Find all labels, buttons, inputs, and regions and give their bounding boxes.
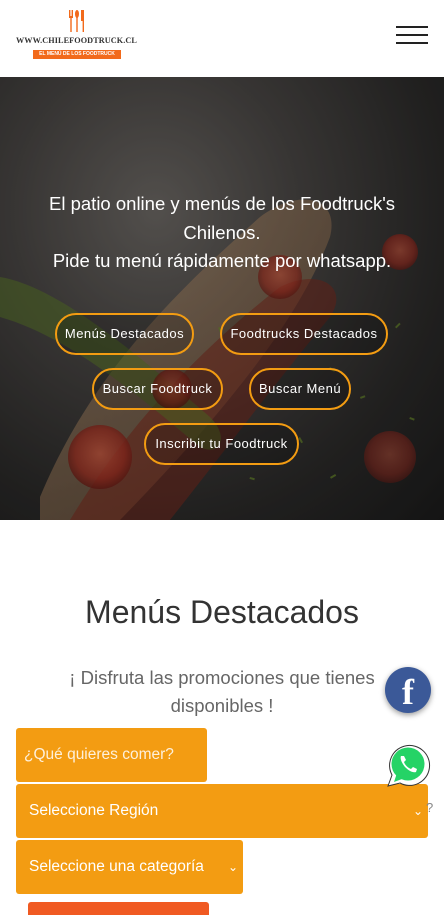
register-foodtruck-button[interactable]: Inscribir tu Foodtruck xyxy=(144,423,299,465)
featured-menus-button[interactable]: Menús Destacados xyxy=(55,313,194,355)
page: WWW.CHILEFOODTRUCK.CL EL MENÚ DE LOS FOO… xyxy=(0,0,444,915)
category-select[interactable]: Seleccione una categoría ⌄ xyxy=(16,840,243,894)
food-search-input[interactable]: ¿Qué quieres comer? xyxy=(16,728,207,782)
stray-text: ? xyxy=(426,800,434,815)
hamburger-menu-icon[interactable] xyxy=(396,24,428,46)
region-select-value: Seleccione Región xyxy=(29,802,159,819)
region-select[interactable]: Seleccione Región ⌄ xyxy=(16,784,428,838)
chevron-down-icon: ⌄ xyxy=(228,860,239,874)
hero-line-2: Pide tu menú rápidamente por whatsapp. xyxy=(52,250,392,271)
featured-foodtrucks-button[interactable]: Foodtrucks Destacados xyxy=(220,313,388,355)
site-logo[interactable]: WWW.CHILEFOODTRUCK.CL EL MENÚ DE LOS FOO… xyxy=(16,10,138,62)
logo-text: WWW.CHILEFOODTRUCK.CL xyxy=(16,36,137,45)
search-foodtruck-button[interactable]: Buscar Foodtruck xyxy=(92,368,223,410)
category-select-value: Seleccione una categoría xyxy=(29,858,204,875)
hero-headline: El patio online y menús de los Foodtruck… xyxy=(20,190,424,276)
whatsapp-icon[interactable] xyxy=(380,739,432,791)
fork-knife-icon xyxy=(69,10,84,32)
search-menu-button[interactable]: Buscar Menú xyxy=(249,368,351,410)
facebook-icon[interactable]: f xyxy=(385,667,431,713)
hero-banner: El patio online y menús de los Foodtruck… xyxy=(0,77,444,520)
section-title: Menús Destacados xyxy=(85,594,359,630)
hero-line-1: El patio online y menús de los Foodtruck… xyxy=(49,193,395,243)
site-header: WWW.CHILEFOODTRUCK.CL EL MENÚ DE LOS FOO… xyxy=(0,0,444,77)
chevron-down-icon: ⌄ xyxy=(413,804,424,818)
search-submit-button[interactable] xyxy=(28,902,209,915)
logo-tagline: EL MENÚ DE LOS FOODTRUCK xyxy=(33,50,121,59)
section-subtitle: ¡ Disfruta las promociones que tienes di… xyxy=(69,667,375,716)
